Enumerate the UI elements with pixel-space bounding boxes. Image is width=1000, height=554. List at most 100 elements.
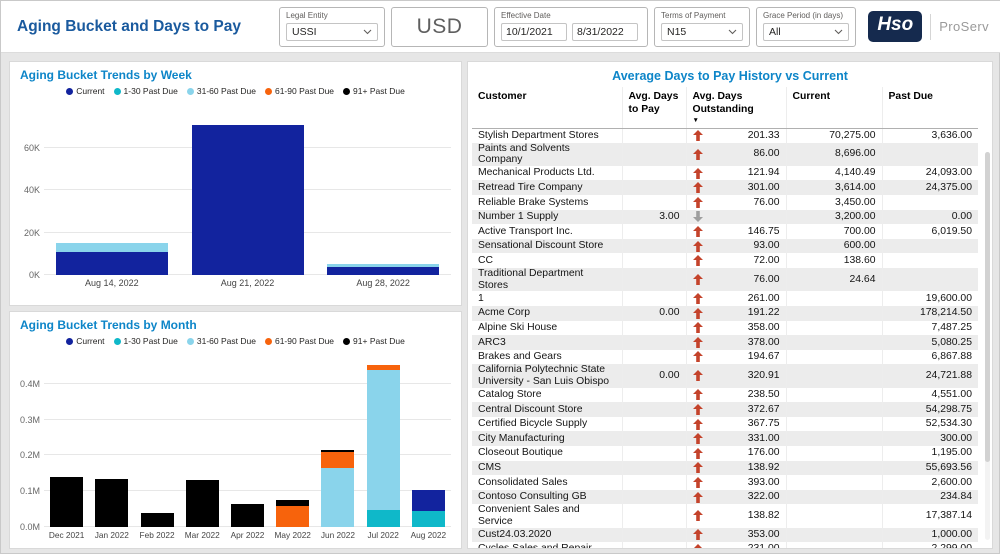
grace-period-dropdown[interactable]: All bbox=[763, 22, 849, 41]
table-row[interactable]: Cycles Sales and Repair 231.00 2,299.00 bbox=[472, 542, 978, 548]
table-row[interactable]: Alpine Ski House 358.00 7,487.25 bbox=[472, 320, 978, 336]
currency-card: USD bbox=[391, 6, 488, 47]
column-header-customer[interactable]: Customer bbox=[472, 87, 622, 129]
legal-entity-value: USSI bbox=[292, 25, 317, 38]
legend-item[interactable]: Current bbox=[66, 336, 105, 346]
cell-avg-days-to-pay bbox=[621, 445, 686, 461]
bar-segment[interactable] bbox=[321, 468, 355, 527]
table-row[interactable]: Acme Corp 0.00 191.22 178,214.50 bbox=[472, 305, 978, 321]
table-row[interactable]: California Polytechnic State University … bbox=[472, 364, 978, 388]
table-row[interactable]: Mechanical Products Ltd. 121.94 4,140.49 24… bbox=[472, 165, 978, 181]
stacked-bar[interactable] bbox=[276, 500, 310, 527]
cell-current: 4,140.49 bbox=[785, 165, 882, 181]
stacked-bar[interactable] bbox=[95, 479, 129, 527]
table-row[interactable]: CC 72.00 138.60 bbox=[472, 253, 978, 269]
legend-dot-icon bbox=[343, 337, 351, 345]
table-row[interactable]: Catalog Store 238.50 4,551.00 bbox=[472, 387, 978, 403]
table-row[interactable]: Stylish Department Stores 201.33 70,275.00… bbox=[472, 128, 978, 143]
stacked-bar[interactable] bbox=[327, 264, 440, 275]
bar-segment[interactable] bbox=[411, 490, 445, 511]
y-axis-tick: 60K bbox=[23, 142, 40, 153]
cell-past-due: 1,000.00 bbox=[881, 527, 978, 543]
table-row[interactable]: Sensational Discount Store 93.00 600.00 bbox=[472, 238, 978, 254]
cell-avg-days-to-pay bbox=[621, 542, 686, 548]
effective-date-label: Effective Date bbox=[501, 10, 551, 20]
table-row[interactable]: Traditional Department Stores 76.00 24.64 bbox=[472, 268, 978, 292]
legend-item[interactable]: 1-30 Past Due bbox=[113, 336, 178, 346]
table-row[interactable]: CMS 138.92 55,693.56 bbox=[472, 460, 978, 476]
table-row[interactable]: Brakes and Gears 194.67 6,867.88 bbox=[472, 349, 978, 365]
bar-segment[interactable] bbox=[327, 267, 440, 275]
column-header-past_due[interactable]: Past Due bbox=[881, 87, 978, 129]
legend-item[interactable]: 31-60 Past Due bbox=[186, 86, 256, 96]
stacked-bar[interactable] bbox=[55, 243, 168, 275]
bar-segment[interactable] bbox=[230, 504, 264, 527]
table-row[interactable]: Central Discount Store 372.67 54,298.75 bbox=[472, 402, 978, 417]
legend-item[interactable]: Current bbox=[66, 86, 105, 96]
table-row[interactable]: 1 261.00 19,600.00 bbox=[472, 291, 978, 306]
table-row[interactable]: Retread Tire Company 301.00 3,614.00 24,375… bbox=[472, 180, 978, 196]
stacked-bar[interactable] bbox=[191, 125, 304, 275]
week-x-axis: Aug 14, 2022 Aug 21, 2022 Aug 28, 2022 bbox=[44, 278, 451, 288]
table-row[interactable]: Active Transport Inc. 146.75 700.00 6,019.5… bbox=[472, 224, 978, 239]
cell-avg-days-to-pay: 0.00 bbox=[621, 305, 686, 321]
legend-dot-icon bbox=[343, 87, 351, 95]
bar-segment[interactable] bbox=[191, 125, 304, 275]
legend-item[interactable]: 61-90 Past Due bbox=[264, 336, 334, 346]
cell-past-due: 19,600.00 bbox=[881, 291, 978, 306]
cell-past-due bbox=[881, 238, 978, 254]
table-scrollbar[interactable] bbox=[985, 152, 990, 540]
terms-of-payment-dropdown[interactable]: N15 bbox=[661, 22, 743, 41]
stacked-bar[interactable] bbox=[50, 477, 84, 527]
column-header-current[interactable]: Current bbox=[785, 87, 882, 129]
cell-avg-days-to-pay bbox=[621, 195, 686, 210]
stacked-bar[interactable] bbox=[366, 365, 400, 527]
bar-segment[interactable] bbox=[95, 479, 129, 527]
cell-avg-days-outstanding: 322.00 bbox=[685, 489, 786, 505]
table-row[interactable]: Paints and Solvents Company 86.00 8,696.00 bbox=[472, 142, 978, 166]
legend-item[interactable]: 91+ Past Due bbox=[343, 336, 405, 346]
cell-avg-days-outstanding: 320.91 bbox=[685, 364, 786, 388]
cell-avg-days-to-pay bbox=[621, 335, 686, 350]
table-row[interactable]: ARC3 378.00 5,080.25 bbox=[472, 335, 978, 350]
legal-entity-dropdown[interactable]: USSI bbox=[286, 22, 378, 41]
y-axis-tick: 40K bbox=[23, 185, 40, 195]
cell-customer: California Polytechnic State University … bbox=[478, 364, 610, 387]
table-row[interactable]: Closeout Boutique 176.00 1,195.00 bbox=[472, 445, 978, 461]
legend-item[interactable]: 31-60 Past Due bbox=[186, 336, 256, 346]
start-date-input[interactable]: 10/1/2021 bbox=[501, 22, 567, 41]
bar-segment[interactable] bbox=[55, 243, 168, 252]
stacked-bar[interactable] bbox=[230, 504, 264, 527]
table-row[interactable]: Reliable Brake Systems 76.00 3,450.00 bbox=[472, 195, 978, 210]
table-row[interactable]: Number 1 Supply 3.00 3,200.00 0.00 bbox=[472, 209, 978, 225]
bar-segment[interactable] bbox=[366, 510, 400, 527]
table-row[interactable]: Convenient Sales and Service 138.82 17,387… bbox=[472, 504, 978, 528]
bar-segment[interactable] bbox=[366, 370, 400, 510]
cell-current bbox=[785, 349, 882, 365]
bar-segment[interactable] bbox=[276, 506, 310, 527]
bar-segment[interactable] bbox=[185, 480, 219, 527]
stacked-bar[interactable] bbox=[321, 450, 355, 527]
legend-item[interactable]: 1-30 Past Due bbox=[113, 86, 178, 96]
legend-item[interactable]: 61-90 Past Due bbox=[264, 86, 334, 96]
table-row[interactable]: Contoso Consulting GB 322.00 234.84 bbox=[472, 489, 978, 505]
end-date-input[interactable]: 8/31/2022 bbox=[572, 22, 638, 41]
table-row[interactable]: City Manufacturing 331.00 300.00 bbox=[472, 431, 978, 446]
bar-segment[interactable] bbox=[140, 513, 174, 527]
scrollbar-thumb[interactable] bbox=[985, 152, 990, 463]
cell-past-due: 2,299.00 bbox=[881, 542, 978, 548]
bar-segment[interactable] bbox=[55, 252, 168, 275]
stacked-bar[interactable] bbox=[411, 490, 445, 527]
legend-item[interactable]: 91+ Past Due bbox=[343, 86, 405, 96]
stacked-bar[interactable] bbox=[185, 480, 219, 527]
table-row[interactable]: Certified Bicycle Supply 367.75 52,534.30 bbox=[472, 416, 978, 432]
column-header-avg_days_outstanding[interactable]: Avg. Days Outstanding ▼ bbox=[685, 87, 786, 129]
stacked-bar[interactable] bbox=[140, 513, 174, 527]
column-header-label: Past Due bbox=[888, 91, 933, 102]
bar-segment[interactable] bbox=[50, 477, 84, 527]
bar-segment[interactable] bbox=[321, 452, 355, 468]
bar-segment[interactable] bbox=[411, 511, 445, 527]
column-header-avg_days_to_pay[interactable]: Avg. Days to Pay bbox=[621, 87, 686, 129]
table-row[interactable]: Cust24.03.2020 353.00 1,000.00 bbox=[472, 527, 978, 543]
table-row[interactable]: Consolidated Sales 393.00 2,600.00 bbox=[472, 475, 978, 490]
